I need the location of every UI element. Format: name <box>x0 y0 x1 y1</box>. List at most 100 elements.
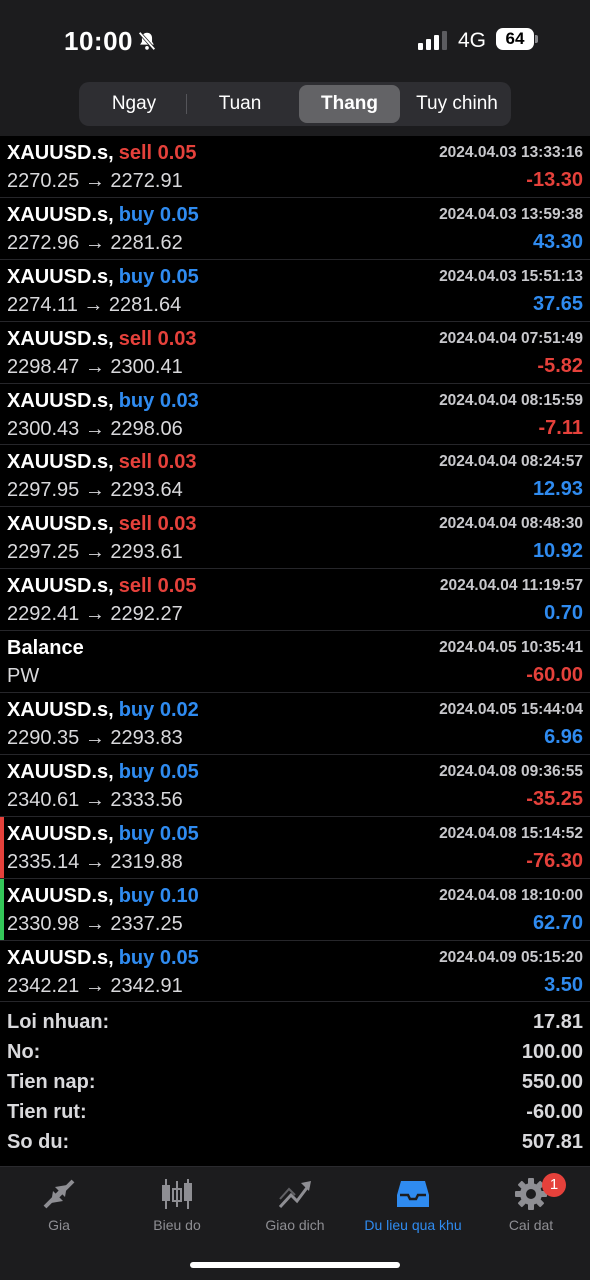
trade-profit: 6.96 <box>544 726 583 749</box>
volume-label: 0.03 <box>159 389 199 412</box>
trade-title: XAUUSD.s, sell 0.05 <box>7 142 197 165</box>
side-label: buy <box>118 265 155 288</box>
trade-datetime: 2024.04.05 10:35:41 <box>439 639 583 657</box>
trade-profit: -5.82 <box>537 354 583 377</box>
quotes-arrows-icon <box>43 1179 75 1209</box>
side-label: buy <box>118 389 155 412</box>
trade-datetime: 2024.04.05 15:44:04 <box>439 701 583 719</box>
history-row[interactable]: XAUUSD.s, sell 0.05 2270.25 → 2272.91 2024.… <box>0 136 590 198</box>
trade-side: buy 0.10 <box>119 885 199 907</box>
tab-month[interactable]: Thang <box>299 85 400 123</box>
side-label: sell <box>118 575 153 598</box>
trade-title: XAUUSD.s, buy 0.03 <box>7 390 199 413</box>
trade-title: XAUUSD.s, sell 0.03 <box>7 451 197 474</box>
trade-title: XAUUSD.s, buy 0.05 <box>7 204 199 227</box>
symbol-label: XAUUSD.s, <box>7 389 114 412</box>
trade-profit: 3.50 <box>544 973 583 996</box>
trade-profit: -13.30 <box>526 169 583 191</box>
history-inbox-icon <box>397 1181 429 1207</box>
trade-datetime: 2024.04.03 15:51:13 <box>439 267 583 285</box>
trade-datetime: 2024.04.04 08:24:57 <box>439 453 583 471</box>
top-header: 10:00 4G 64 Ngay Tuan Thang Tuy chinh <box>0 0 590 136</box>
history-row[interactable]: XAUUSD.s, buy 0.05 2335.14 → 2319.88 2024.0… <box>0 816 590 879</box>
history-row[interactable]: XAUUSD.s, buy 0.05 2274.11 → 2281.64 2024.0… <box>0 260 590 322</box>
summary-label: Loi nhuan: <box>7 1011 110 1033</box>
volume-label: 0.05 <box>159 265 199 288</box>
trade-side: buy 0.05 <box>119 947 199 969</box>
trade-title: XAUUSD.s, buy 0.02 <box>7 699 199 722</box>
side-label: buy <box>118 884 155 907</box>
trade-title: XAUUSD.s, buy 0.10 <box>7 885 199 908</box>
price-range: 2340.61 → 2333.56 <box>7 788 183 811</box>
side-label: sell <box>118 513 153 536</box>
trade-title: XAUUSD.s, buy 0.05 <box>7 823 199 846</box>
tab-week[interactable]: Tuan <box>189 85 291 123</box>
tab-history[interactable]: Du lieu qua khu <box>354 1167 472 1247</box>
summary-value: 100.00 <box>521 1041 583 1063</box>
trade-profit: 0.70 <box>544 602 583 625</box>
side-label: buy <box>118 203 155 226</box>
trade-datetime: 2024.04.04 07:51:49 <box>439 329 583 347</box>
trade-datetime: 2024.04.08 09:36:55 <box>439 762 583 780</box>
history-row[interactable]: XAUUSD.s, sell 0.03 2298.47 → 2300.41 2024.… <box>0 322 590 384</box>
trade-datetime: 2024.04.08 15:14:52 <box>439 824 583 842</box>
trade-title: XAUUSD.s, buy 0.05 <box>7 761 199 784</box>
trade-side: sell 0.05 <box>119 142 197 164</box>
candlestick-chart-icon <box>162 1179 192 1209</box>
symbol-label: XAUUSD.s, <box>7 822 114 845</box>
trade-side: sell 0.05 <box>119 575 197 597</box>
history-row[interactable]: XAUUSD.s, buy 0.02 2290.35 → 2293.83 2024.0… <box>0 693 590 755</box>
tab-settings-label: Cai dat <box>508 1217 554 1233</box>
history-row[interactable]: XAUUSD.s, sell 0.03 2297.95 → 2293.64 2024.… <box>0 445 590 508</box>
summary-value: 550.00 <box>521 1071 583 1093</box>
history-row[interactable]: XAUUSD.s, buy 0.05 2272.96 → 2281.62 2024.0… <box>0 198 590 260</box>
clock: 10:00 <box>64 26 133 56</box>
price-range: 2274.11 → 2281.64 <box>7 293 182 316</box>
trade-side: sell 0.03 <box>119 513 197 535</box>
bell-muted-icon <box>138 31 156 51</box>
trade-side: sell 0.03 <box>119 328 197 350</box>
symbol-label: XAUUSD.s, <box>7 142 114 164</box>
history-row[interactable]: XAUUSD.s, buy 0.03 2300.43 → 2298.06 2024.0… <box>0 384 590 446</box>
history-row[interactable]: Balance PW 2024.04.05 10:35:41 -60.00 <box>0 631 590 694</box>
summary-value: 507.81 <box>521 1131 583 1153</box>
row-marker <box>0 878 4 940</box>
price-range: 2300.43 → 2298.06 <box>7 417 183 440</box>
tab-trade-label: Giao dich <box>265 1217 325 1233</box>
price-range: 2270.25 → 2272.91 <box>7 170 183 192</box>
home-indicator[interactable] <box>190 1262 400 1268</box>
trade-datetime: 2024.04.09 05:15:20 <box>439 948 583 966</box>
price-range: 2297.95 → 2293.64 <box>7 479 183 502</box>
tab-quotes[interactable]: Gia <box>0 1167 118 1247</box>
tab-chart[interactable]: Bieu do <box>118 1167 236 1247</box>
tab-day[interactable]: Ngay <box>83 85 185 123</box>
tab-quotes-label: Gia <box>48 1217 70 1233</box>
summary-label: Tien rut: <box>7 1101 87 1123</box>
trade-title: XAUUSD.s, buy 0.05 <box>7 947 199 970</box>
history-row[interactable]: XAUUSD.s, buy 0.05 2342.21 → 2342.91 2024.0… <box>0 941 590 1003</box>
symbol-label: XAUUSD.s, <box>7 513 114 536</box>
tab-custom[interactable]: Tuy chinh <box>403 85 511 123</box>
history-row[interactable]: XAUUSD.s, buy 0.10 2330.98 → 2337.25 2024.0… <box>0 878 590 941</box>
history-row[interactable]: XAUUSD.s, sell 0.05 2292.41 → 2292.27 2024.… <box>0 569 590 632</box>
tab-trade[interactable]: Giao dich <box>236 1167 354 1247</box>
price-range: 2298.47 → 2300.41 <box>7 355 183 378</box>
settings-badge: 1 <box>542 1173 566 1197</box>
trade-side: buy 0.05 <box>119 823 199 845</box>
side-label: buy <box>118 699 155 722</box>
history-row[interactable]: XAUUSD.s, buy 0.05 2340.61 → 2333.56 2024.0… <box>0 755 590 817</box>
trade-datetime: 2024.04.04 08:15:59 <box>439 391 583 409</box>
symbol-label: Balance <box>7 637 84 660</box>
trade-datetime: 2024.04.03 13:33:16 <box>439 144 583 161</box>
trade-datetime: 2024.04.04 08:48:30 <box>439 515 583 533</box>
trade-side: buy 0.05 <box>119 761 199 783</box>
trade-profit: 12.93 <box>532 478 583 501</box>
tab-settings[interactable]: 1 Cai dat <box>472 1167 590 1247</box>
history-row[interactable]: XAUUSD.s, sell 0.03 2297.25 → 2293.61 2024.… <box>0 507 590 570</box>
trade-profit: -60.00 <box>526 664 583 687</box>
tab-chart-label: Bieu do <box>153 1217 201 1233</box>
side-label: sell <box>118 451 153 474</box>
trade-side: buy 0.05 <box>119 204 199 226</box>
history-list: XAUUSD.s, sell 0.05 2270.25 → 2272.91 2024.… <box>0 136 590 1003</box>
segment-divider <box>186 94 187 114</box>
